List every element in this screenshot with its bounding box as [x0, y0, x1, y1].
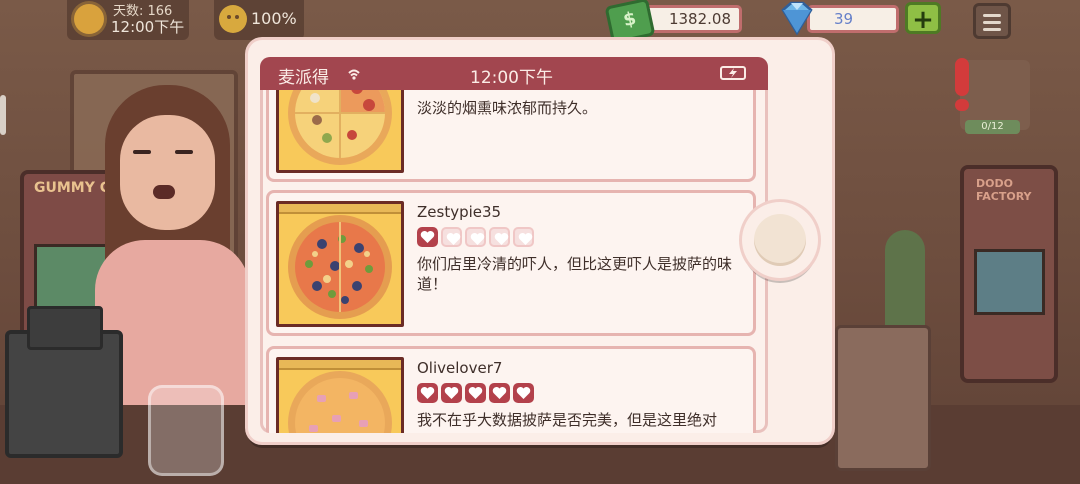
arcade-right-sign: DODO FACTORY — [976, 177, 1032, 203]
review-card: 淡淡的烟熏味浓郁而持久。 — [266, 90, 756, 182]
review-card: Olivelover7 我不在乎大数据披萨是否完美，但是这里绝对 — [266, 346, 756, 433]
heart-icon — [513, 383, 534, 403]
review-text: 淡淡的烟熏味浓郁而持久。 — [417, 99, 598, 117]
money-icon-glyph: $ — [621, 7, 638, 32]
arcade-right-screen — [974, 249, 1045, 315]
phone-status-bar: 麦派得 12:00下午 — [260, 57, 768, 90]
menu-button[interactable] — [973, 3, 1011, 39]
rating-hearts — [417, 383, 534, 403]
sun-icon — [74, 4, 104, 34]
arcade-machine-right: DODO FACTORY — [960, 165, 1058, 383]
side-scroll-handle[interactable] — [0, 95, 6, 135]
add-gems-button[interactable]: + — [905, 2, 941, 35]
heart-icon — [465, 383, 486, 403]
potted-plant — [885, 230, 925, 340]
game-time: 12:00下午 — [111, 18, 185, 36]
pizza-image — [288, 371, 392, 433]
heart-icon — [417, 227, 438, 247]
heart-icon — [489, 383, 510, 403]
heart-icon — [417, 383, 438, 403]
register-display — [27, 306, 103, 350]
phone-clock: 12:00下午 — [470, 68, 553, 88]
mood-face-icon — [219, 5, 247, 33]
battery-icon — [720, 66, 746, 80]
menu-icon-line — [983, 21, 1001, 24]
heart-icon — [513, 227, 534, 247]
cash-register[interactable] — [5, 306, 123, 458]
heart-icon — [465, 227, 486, 247]
shelf-tag: 0/12 — [965, 120, 1020, 134]
alert-icon[interactable] — [955, 58, 969, 96]
pizza-thumbnail — [276, 90, 404, 173]
arcade-left-sign: GUMMY G — [34, 180, 112, 196]
review-text: 我不在乎大数据披萨是否完美，但是这里绝对 — [417, 411, 718, 429]
review-text: 你们店里冷清的吓人，但比这更吓人是披萨的味道！ — [417, 255, 733, 293]
gem-counter: 39 — [807, 5, 899, 33]
rating-hearts — [417, 227, 534, 247]
heart-icon — [441, 227, 462, 247]
reviewer-name: Olivelover7 — [417, 359, 503, 377]
pizza-thumbnail — [276, 357, 404, 433]
pizza-box-lid — [279, 204, 401, 214]
pizza-box-lid — [279, 360, 401, 370]
phone-screen: 麦派得 12:00下午 淡淡的烟熏味浓郁而持久。 Zestypie35 你们店里… — [260, 57, 768, 433]
customer-eye-left — [133, 150, 151, 154]
tip-jar[interactable] — [148, 385, 224, 476]
customer-face[interactable] — [120, 115, 215, 230]
menu-icon-line — [983, 28, 1001, 31]
pizza-thumbnail — [276, 201, 404, 327]
customer-eye-right — [175, 150, 193, 154]
pizza-image — [288, 215, 392, 319]
review-list[interactable]: 淡淡的烟熏味浓郁而持久。 Zestypie35 你们店里冷清的吓人，但比这更吓人… — [260, 90, 768, 433]
reviewer-name: Zestypie35 — [417, 203, 502, 221]
menu-icon — [983, 14, 1001, 17]
carrier-name: 麦派得 — [278, 68, 329, 88]
customer-mouth — [153, 185, 175, 199]
diamond-icon — [781, 1, 813, 36]
pizza-image — [288, 90, 392, 165]
heart-icon — [489, 227, 510, 247]
wifi-icon — [348, 69, 360, 80]
phone-home-button[interactable] — [742, 202, 818, 278]
alert-icon-dot — [955, 99, 969, 111]
side-cabinet — [835, 325, 931, 471]
review-card: Zestypie35 你们店里冷清的吓人，但比这更吓人是披萨的味道！ — [266, 190, 756, 336]
heart-icon — [441, 383, 462, 403]
mood-percent: 100% — [251, 9, 297, 28]
